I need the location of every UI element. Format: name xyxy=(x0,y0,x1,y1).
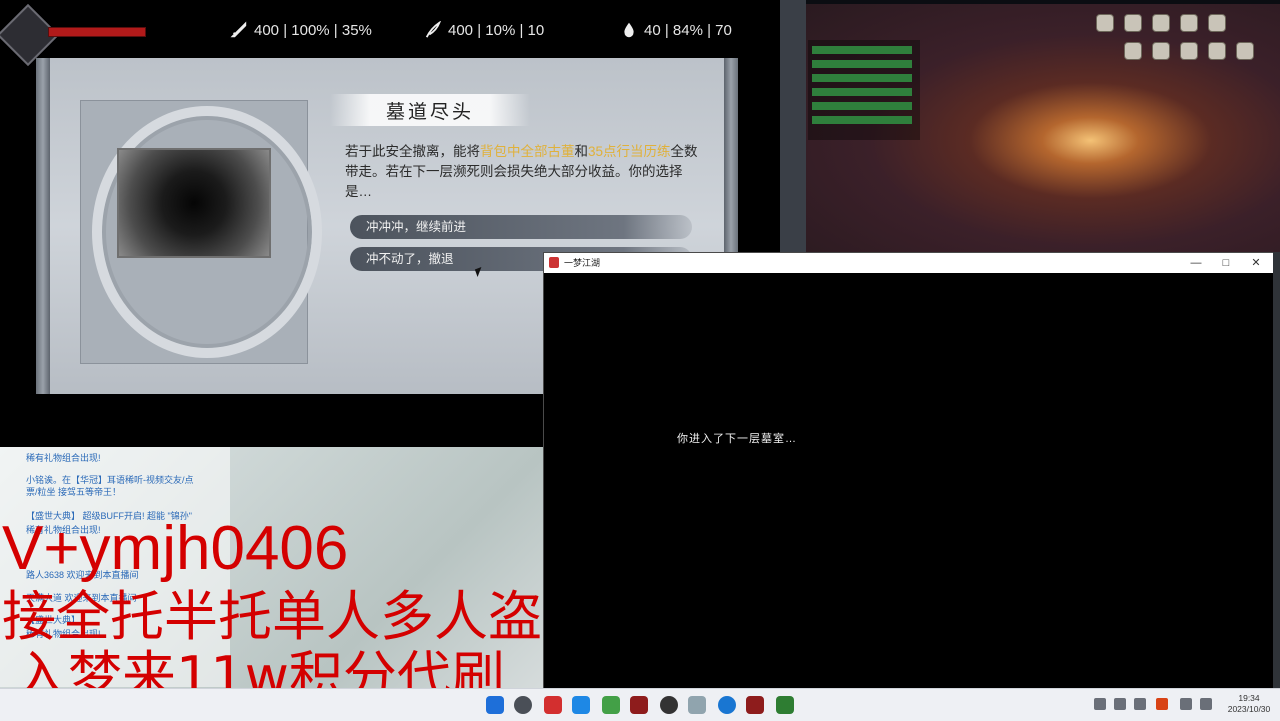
choice-continue-button[interactable]: 冲冲冲，继续前进 xyxy=(350,215,692,239)
dialog-body-prefix: 若于此安全撤离，能将 xyxy=(345,144,480,159)
agility-stat-text: 400 | 10% | 10 xyxy=(448,21,545,39)
tray-icon[interactable] xyxy=(1134,698,1146,710)
browser-icon[interactable] xyxy=(718,696,736,714)
app-icon[interactable] xyxy=(688,696,706,714)
dialog-title: 墓道尽头 xyxy=(385,101,474,123)
menu-icon[interactable] xyxy=(1124,14,1142,32)
volume-icon[interactable] xyxy=(1200,698,1212,710)
video-app-icon[interactable] xyxy=(544,696,562,714)
hud-bar: 400 | 100% | 35% 400 | 10% | 10 40 | 84%… xyxy=(0,3,780,67)
console-title-bar[interactable]: 一梦江湖 — □ ✕ xyxy=(544,253,1274,273)
menu-icon[interactable] xyxy=(1208,14,1226,32)
tray-icon[interactable] xyxy=(1156,698,1168,710)
app-icon[interactable] xyxy=(602,696,620,714)
party-member-bar xyxy=(812,116,912,124)
dialog-body: 若于此安全撤离，能将背包中全部古董和35点行当历练全数带走。若在下一层濒死则会损… xyxy=(345,142,705,202)
party-member-bar xyxy=(812,46,912,54)
k-app-icon[interactable] xyxy=(572,696,590,714)
start-icon[interactable] xyxy=(486,696,504,714)
game-app-icon[interactable] xyxy=(630,696,648,714)
overlay-service-text: 接全托半托单人多人盗墓 xyxy=(2,585,596,648)
party-member-bar xyxy=(812,60,912,68)
chat-line: 票/粒坐 接驾五等帝王！ xyxy=(26,487,122,497)
search-icon[interactable] xyxy=(514,696,532,714)
clock-time: 19:34 xyxy=(1238,693,1260,703)
network-icon[interactable] xyxy=(1180,698,1192,710)
menu-icon[interactable] xyxy=(1096,14,1114,32)
party-member-bar xyxy=(812,102,912,110)
taskbar: 19:34 2023/10/30 xyxy=(0,688,1280,721)
spirit-stat: 40 | 84% | 70 xyxy=(620,21,732,39)
feather-icon xyxy=(425,21,441,38)
desktop-background-strip xyxy=(780,0,806,252)
party-member-bar xyxy=(812,88,912,96)
tomb-tunnel-image xyxy=(117,148,271,258)
maximize-button[interactable]: □ xyxy=(1211,255,1241,271)
dialog-body-highlight-antiques: 背包中全部古董 xyxy=(480,144,575,159)
health-bar xyxy=(48,27,146,37)
menu-icon[interactable] xyxy=(1180,14,1198,32)
sword-icon xyxy=(230,21,247,38)
dialog-body-highlight-experience: 35点行当历练 xyxy=(588,144,671,159)
app-icon xyxy=(549,257,559,268)
menu-icon[interactable] xyxy=(1236,42,1254,60)
app-icon[interactable] xyxy=(660,696,678,714)
attack-stat-text: 400 | 100% | 35% xyxy=(254,21,372,39)
attack-stat: 400 | 100% | 35% xyxy=(230,21,372,39)
party-panel xyxy=(808,40,920,140)
clock[interactable]: 19:34 2023/10/30 xyxy=(1226,693,1272,715)
party-member-bar xyxy=(812,74,912,82)
dialog-body-and: 和 xyxy=(574,144,589,159)
menu-icon[interactable] xyxy=(1152,14,1170,32)
clock-date: 2023/10/30 xyxy=(1227,704,1271,714)
spirit-stat-text: 40 | 84% | 70 xyxy=(644,21,732,39)
overlay-contact-text: V+ymjh0406 xyxy=(2,514,349,583)
console-window[interactable]: 一梦江湖 — □ ✕ 你进入了下一层墓室… xyxy=(543,252,1275,690)
menu-icon[interactable] xyxy=(1208,42,1226,60)
desktop-background-strip xyxy=(1273,252,1280,688)
console-title: 一梦江湖 xyxy=(564,258,601,268)
menu-icon[interactable] xyxy=(1180,42,1198,60)
game-app-icon[interactable] xyxy=(746,696,764,714)
menu-icon[interactable] xyxy=(1152,42,1170,60)
agility-stat: 400 | 10% | 10 xyxy=(424,21,544,39)
chat-app-icon[interactable] xyxy=(776,696,794,714)
chevron-up-icon[interactable] xyxy=(1094,698,1106,710)
tray-icon[interactable] xyxy=(1114,698,1126,710)
drop-icon xyxy=(624,22,634,38)
menu-icon[interactable] xyxy=(1124,42,1142,60)
choice-retreat-label: 冲不动了，撤退 xyxy=(366,252,454,266)
console-message: 你进入了下一层墓室… xyxy=(677,433,797,445)
close-button[interactable]: ✕ xyxy=(1241,255,1271,271)
choice-continue-label: 冲冲冲，继续前进 xyxy=(366,220,467,234)
game-menu-icons xyxy=(1090,10,1275,90)
minimize-button[interactable]: — xyxy=(1181,255,1211,271)
chat-line: 稀有礼物组合出现! xyxy=(26,453,101,463)
